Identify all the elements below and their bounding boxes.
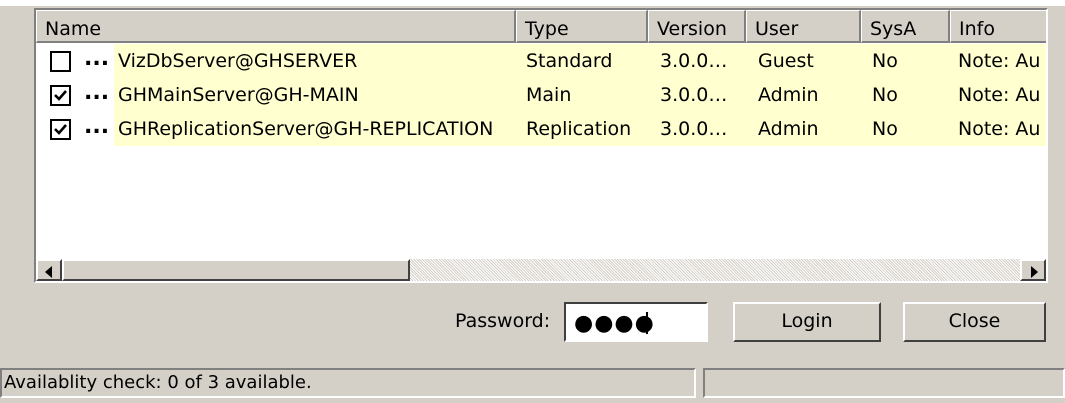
close-button[interactable]: Close — [903, 302, 1046, 342]
cell-sysa: No — [872, 84, 898, 106]
scroll-right-button[interactable] — [1020, 259, 1046, 281]
row-checkbox[interactable] — [50, 119, 71, 140]
table-row[interactable]: ... GHMainServer@GH-MAIN Main 3.0.0… Adm… — [36, 78, 1046, 112]
server-list[interactable]: Name Type Version User SysA Info ... Viz… — [34, 8, 1048, 283]
checkmark-icon — [54, 90, 67, 101]
scroll-thumb[interactable] — [62, 259, 410, 281]
cell-name: GHMainServer@GH-MAIN — [118, 84, 359, 106]
status-panel-secondary — [703, 368, 1065, 398]
row-checkbox[interactable] — [50, 85, 71, 106]
list-header: Name Type Version User SysA Info — [36, 10, 1046, 43]
arrow-left-icon — [45, 266, 52, 278]
cell-type: Replication — [526, 118, 632, 140]
cell-info: Note: Au — [958, 50, 1041, 72]
column-header-sysa[interactable]: SysA — [861, 10, 950, 43]
cell-type: Standard — [526, 50, 613, 72]
login-button[interactable]: Login — [733, 302, 881, 342]
ellipsis-icon: ... — [84, 46, 110, 71]
cell-version: 3.0.0… — [660, 118, 728, 140]
text-caret — [646, 312, 648, 334]
password-field[interactable]: ●●●● — [564, 302, 708, 342]
scroll-left-button[interactable] — [36, 259, 62, 281]
cell-version: 3.0.0… — [660, 50, 728, 72]
cell-name: VizDbServer@GHSERVER — [118, 50, 358, 72]
cell-user: Admin — [758, 118, 819, 140]
column-header-type[interactable]: Type — [516, 10, 648, 43]
column-header-version[interactable]: Version — [648, 10, 746, 43]
cell-user: Guest — [758, 50, 814, 72]
cell-type: Main — [526, 84, 572, 106]
cell-sysa: No — [872, 50, 898, 72]
table-row[interactable]: ... GHReplicationServer@GH-REPLICATION R… — [36, 112, 1046, 146]
cell-info: Note: Au — [958, 118, 1041, 140]
top-band — [0, 0, 1065, 6]
password-value: ●●●● — [574, 311, 655, 336]
ellipsis-icon: ... — [84, 114, 110, 139]
cell-info: Note: Au — [958, 84, 1041, 106]
table-row[interactable]: ... VizDbServer@GHSERVER Standard 3.0.0…… — [36, 44, 1046, 78]
status-text: Availablity check: 0 of 3 available. — [0, 368, 696, 398]
cell-name: GHReplicationServer@GH-REPLICATION — [118, 118, 494, 140]
checkmark-icon — [54, 124, 67, 135]
login-dialog: Name Type Version User SysA Info ... Viz… — [0, 0, 1065, 403]
arrow-right-icon — [1031, 266, 1038, 278]
cell-version: 3.0.0… — [660, 84, 728, 106]
ellipsis-icon: ... — [84, 80, 110, 105]
horizontal-scrollbar[interactable] — [36, 259, 1046, 281]
column-header-user[interactable]: User — [746, 10, 861, 43]
row-checkbox[interactable] — [50, 51, 71, 72]
column-header-info[interactable]: Info — [950, 10, 1046, 43]
column-header-name[interactable]: Name — [36, 10, 516, 43]
cell-sysa: No — [872, 118, 898, 140]
password-label: Password: — [455, 310, 551, 332]
cell-user: Admin — [758, 84, 819, 106]
